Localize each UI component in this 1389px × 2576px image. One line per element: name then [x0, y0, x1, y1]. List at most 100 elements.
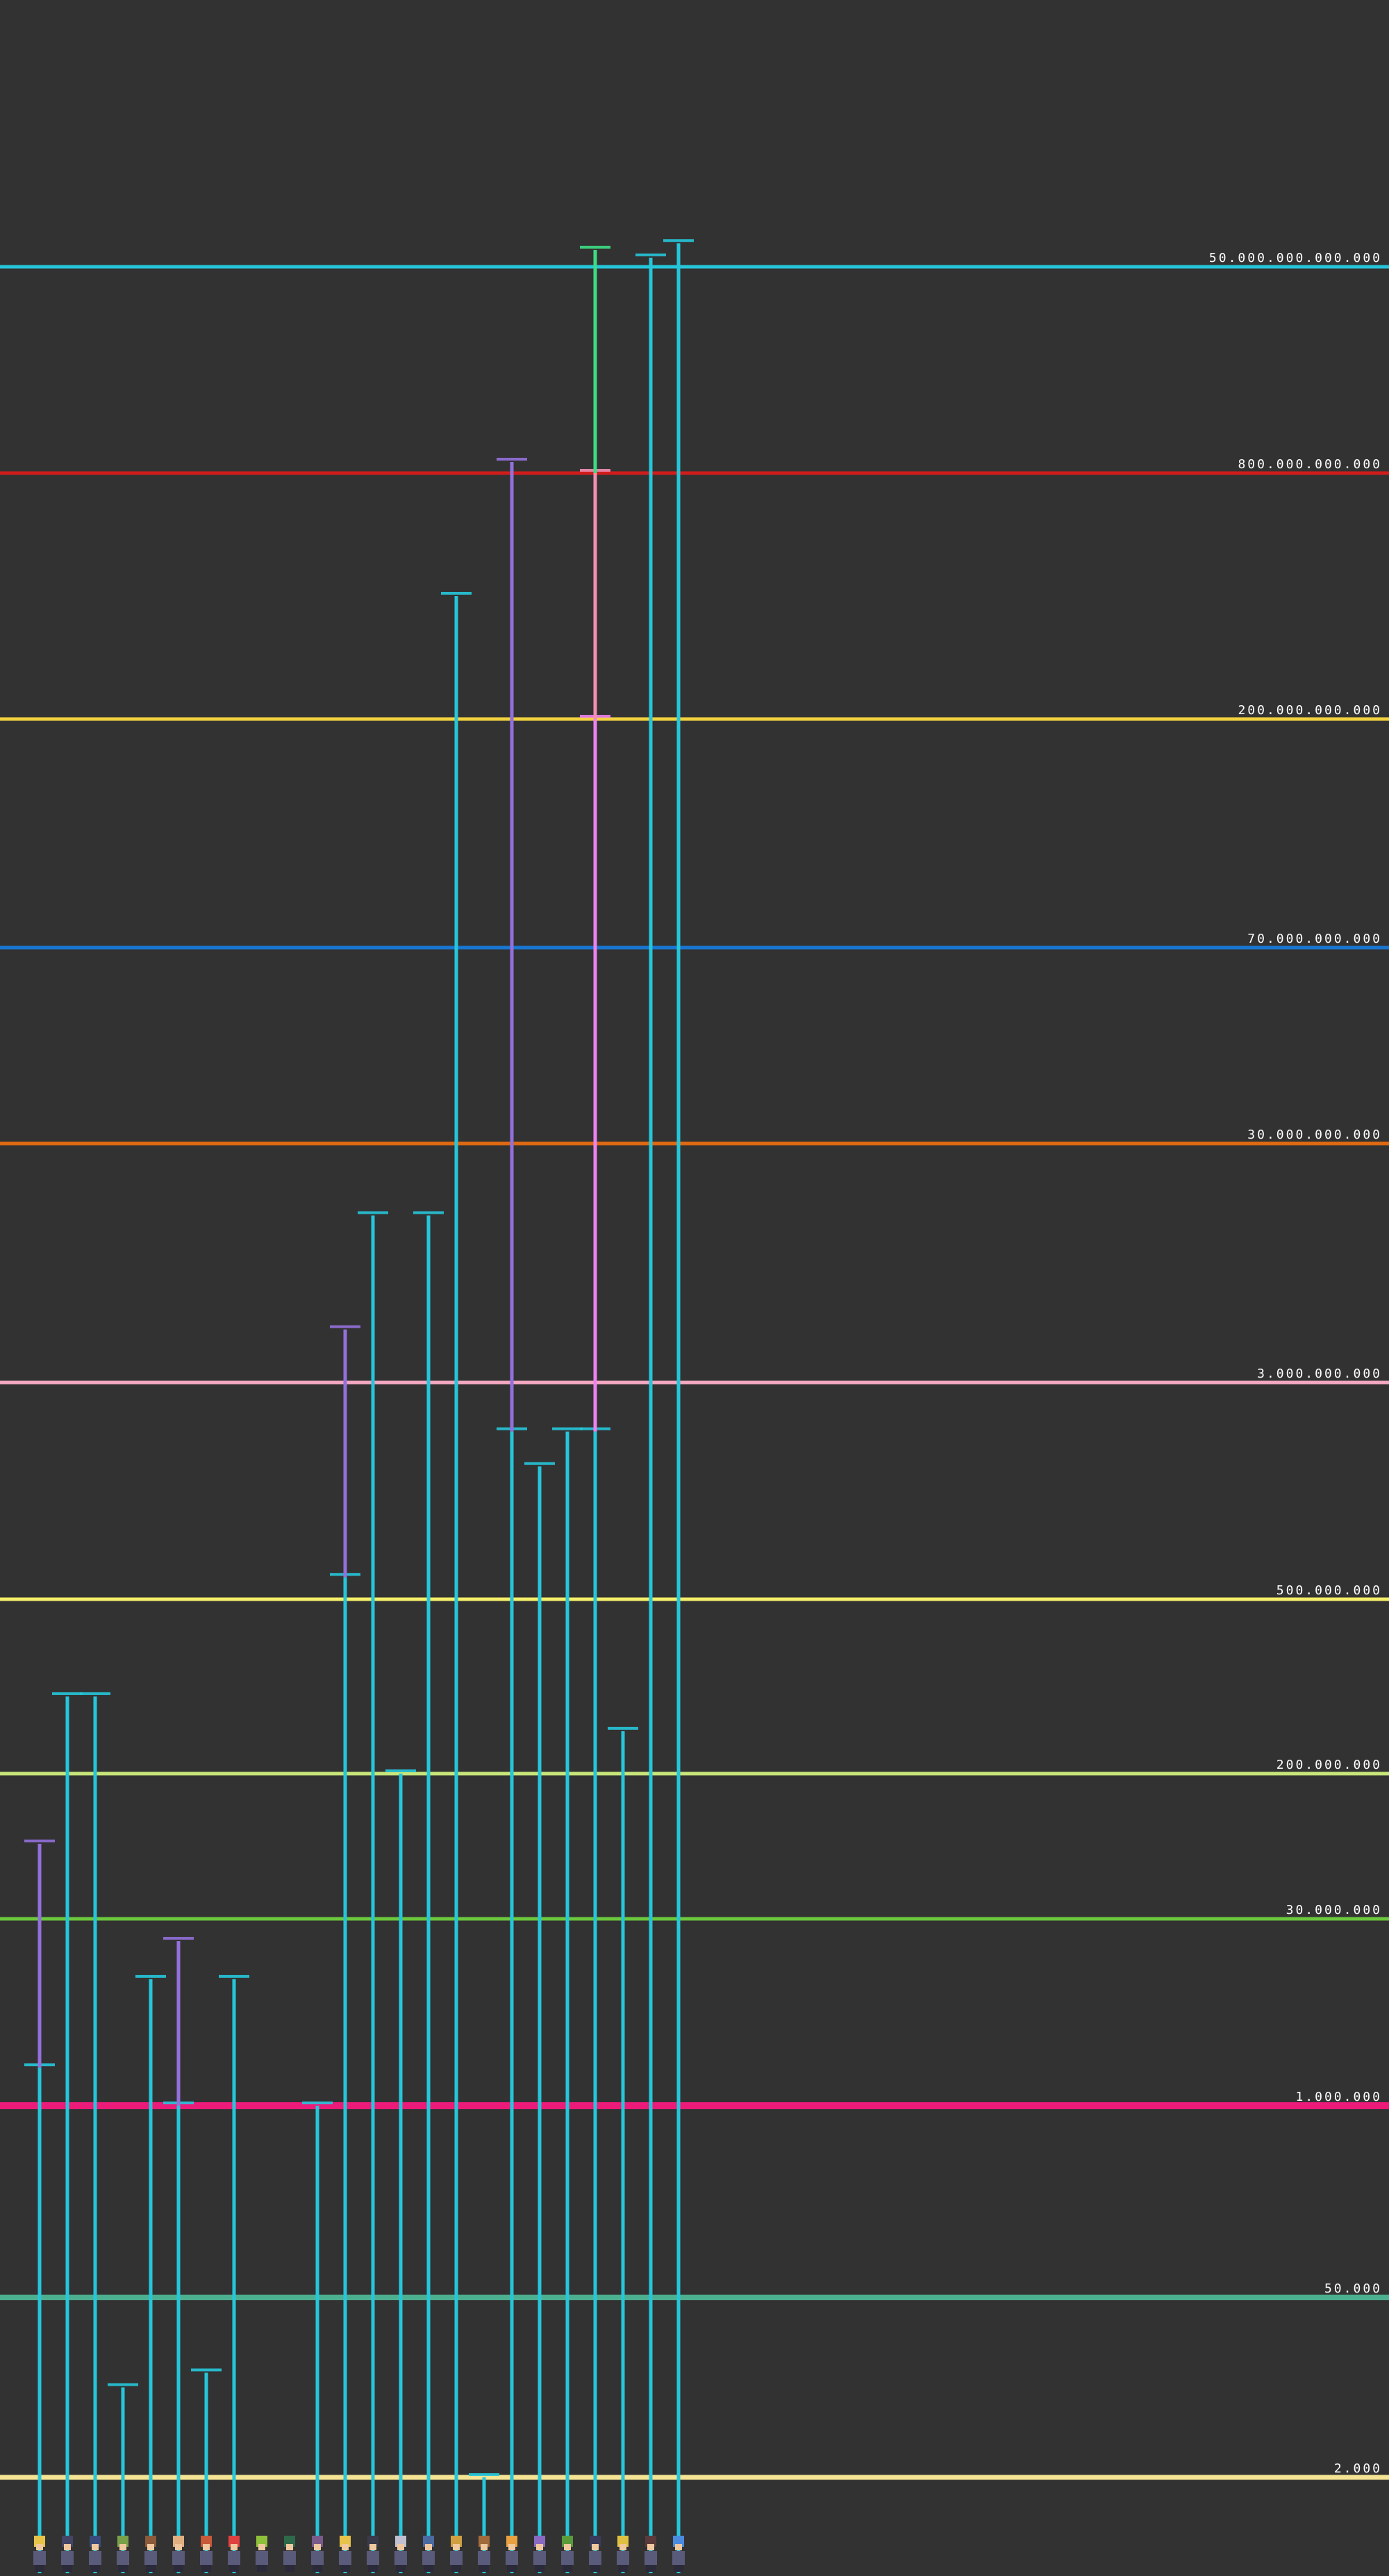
- power-bar-segment: [593, 249, 597, 473]
- power-bar-segment: [315, 2106, 319, 2573]
- sprite-body: [506, 2551, 518, 2565]
- sprite-face: [36, 2544, 43, 2550]
- sprite-face: [64, 2544, 71, 2550]
- power-bar-segment: [399, 1774, 403, 2573]
- sprite-legs: [229, 2565, 239, 2572]
- power-bar-cap: [385, 1769, 416, 1772]
- reference-line-label: 30.000.000.000: [1247, 1128, 1382, 1142]
- power-bar-segment: [676, 243, 681, 2574]
- long-hair-warrior-sprite: [644, 2536, 657, 2572]
- power-bar-cap: [108, 2383, 138, 2386]
- sprite-face: [342, 2544, 349, 2550]
- golden-warrior-sprite: [450, 2536, 463, 2572]
- power-bar-segment: [649, 257, 653, 2574]
- sprite-body: [89, 2551, 101, 2565]
- sprite-legs: [174, 2565, 183, 2572]
- sprite-face: [397, 2544, 404, 2550]
- reference-line: [0, 471, 1389, 475]
- power-bar-cap: [663, 239, 694, 242]
- sprite-legs: [646, 2565, 656, 2572]
- reference-line-label: 200.000.000: [1276, 1758, 1382, 1772]
- power-bar-cap: [524, 1462, 555, 1465]
- power-bar-cap: [469, 2473, 499, 2476]
- power-bar-cap: [552, 1427, 583, 1430]
- sprite-legs: [396, 2565, 406, 2572]
- sprite-face: [286, 2544, 293, 2550]
- sprite-face: [369, 2544, 376, 2550]
- power-bar-segment: [343, 1329, 347, 1578]
- blue-dragon-sprite: [672, 2536, 685, 2572]
- sprite-legs: [313, 2565, 322, 2572]
- dark-hair-fighter-sprite: [61, 2536, 74, 2572]
- power-bar-cap: [80, 1692, 110, 1695]
- blonde-fighter-sprite: [617, 2536, 629, 2572]
- power-bar-segment: [565, 1431, 569, 2573]
- sprite-legs: [35, 2565, 44, 2572]
- sprite-legs: [146, 2565, 156, 2572]
- power-bar-segment: [93, 1696, 97, 2573]
- sprite-body: [672, 2551, 685, 2565]
- power-bar-cap: [441, 592, 472, 595]
- sprite-body: [61, 2551, 74, 2565]
- power-bar-segment: [232, 1979, 236, 2573]
- power-bar-cap: [497, 457, 527, 461]
- power-level-chart: 50.000.000.000.000 800.000.000.000 200.000…: [0, 0, 1389, 2574]
- sprite-legs: [563, 2565, 572, 2572]
- sprite-face: [592, 2544, 599, 2550]
- power-bar-cap: [358, 1211, 388, 1214]
- green-fighter-sprite: [117, 2536, 129, 2572]
- power-bar-segment: [593, 473, 597, 719]
- power-bar-segment: [593, 719, 597, 1432]
- power-bar-cap: [302, 2102, 333, 2104]
- reference-line-label: 30.000.000: [1286, 1903, 1382, 1917]
- power-bar-segment: [343, 1577, 347, 2573]
- purple-alien-sprite: [533, 2536, 546, 2572]
- sprite-legs: [63, 2565, 72, 2572]
- reference-line: [0, 1380, 1389, 1385]
- power-bar-segment: [371, 1215, 375, 2573]
- reference-line: [0, 1141, 1389, 1146]
- sprite-legs: [340, 2565, 350, 2572]
- sprite-body: [533, 2551, 546, 2565]
- sprite-legs: [507, 2565, 517, 2572]
- sprite-face: [536, 2544, 543, 2550]
- power-bar-segment: [426, 1215, 431, 2573]
- sprite-legs: [535, 2565, 544, 2572]
- sprite-legs: [479, 2565, 489, 2572]
- spiky-hair-sprite: [367, 2536, 379, 2572]
- green-insect-sprite: [561, 2536, 574, 2572]
- sprite-body: [256, 2551, 268, 2565]
- sprite-body: [172, 2551, 185, 2565]
- bald-monk-sprite: [172, 2536, 185, 2572]
- power-bar-segment: [176, 1941, 181, 2106]
- reference-line-label: 50.000: [1324, 2281, 1382, 2296]
- tall-warrior-sprite: [311, 2536, 324, 2572]
- power-bar-cap: [580, 245, 610, 249]
- sprite-body: [33, 2551, 46, 2565]
- sprite-legs: [451, 2565, 461, 2572]
- power-bar-segment: [510, 461, 514, 1432]
- green-dragon-sprite: [283, 2536, 296, 2572]
- sprite-legs: [674, 2565, 683, 2572]
- power-bar-segment: [149, 1979, 153, 2573]
- power-bar-segment: [454, 596, 458, 2573]
- sprite-body: [644, 2551, 657, 2565]
- reference-line: [0, 2295, 1389, 2300]
- power-bar-cap: [135, 1974, 166, 1978]
- sprite-face: [92, 2544, 99, 2550]
- power-bar-cap: [24, 1839, 55, 1842]
- reference-line: [0, 265, 1389, 269]
- reference-line-label: 50.000.000.000.000: [1209, 251, 1382, 265]
- power-bar-segment: [176, 2106, 181, 2573]
- sprite-body: [589, 2551, 601, 2565]
- sprite-face: [425, 2544, 432, 2550]
- sprite-face: [508, 2544, 515, 2550]
- sprite-body: [617, 2551, 629, 2565]
- power-bar-segment: [593, 1431, 597, 2573]
- sprite-body: [228, 2551, 240, 2565]
- sprite-face: [119, 2544, 126, 2550]
- reference-line-label: 1.000.000: [1295, 2090, 1382, 2104]
- sprite-face: [175, 2544, 182, 2550]
- orange-hair-sprite: [506, 2536, 518, 2572]
- reference-line-label: 800.000.000.000: [1238, 457, 1382, 472]
